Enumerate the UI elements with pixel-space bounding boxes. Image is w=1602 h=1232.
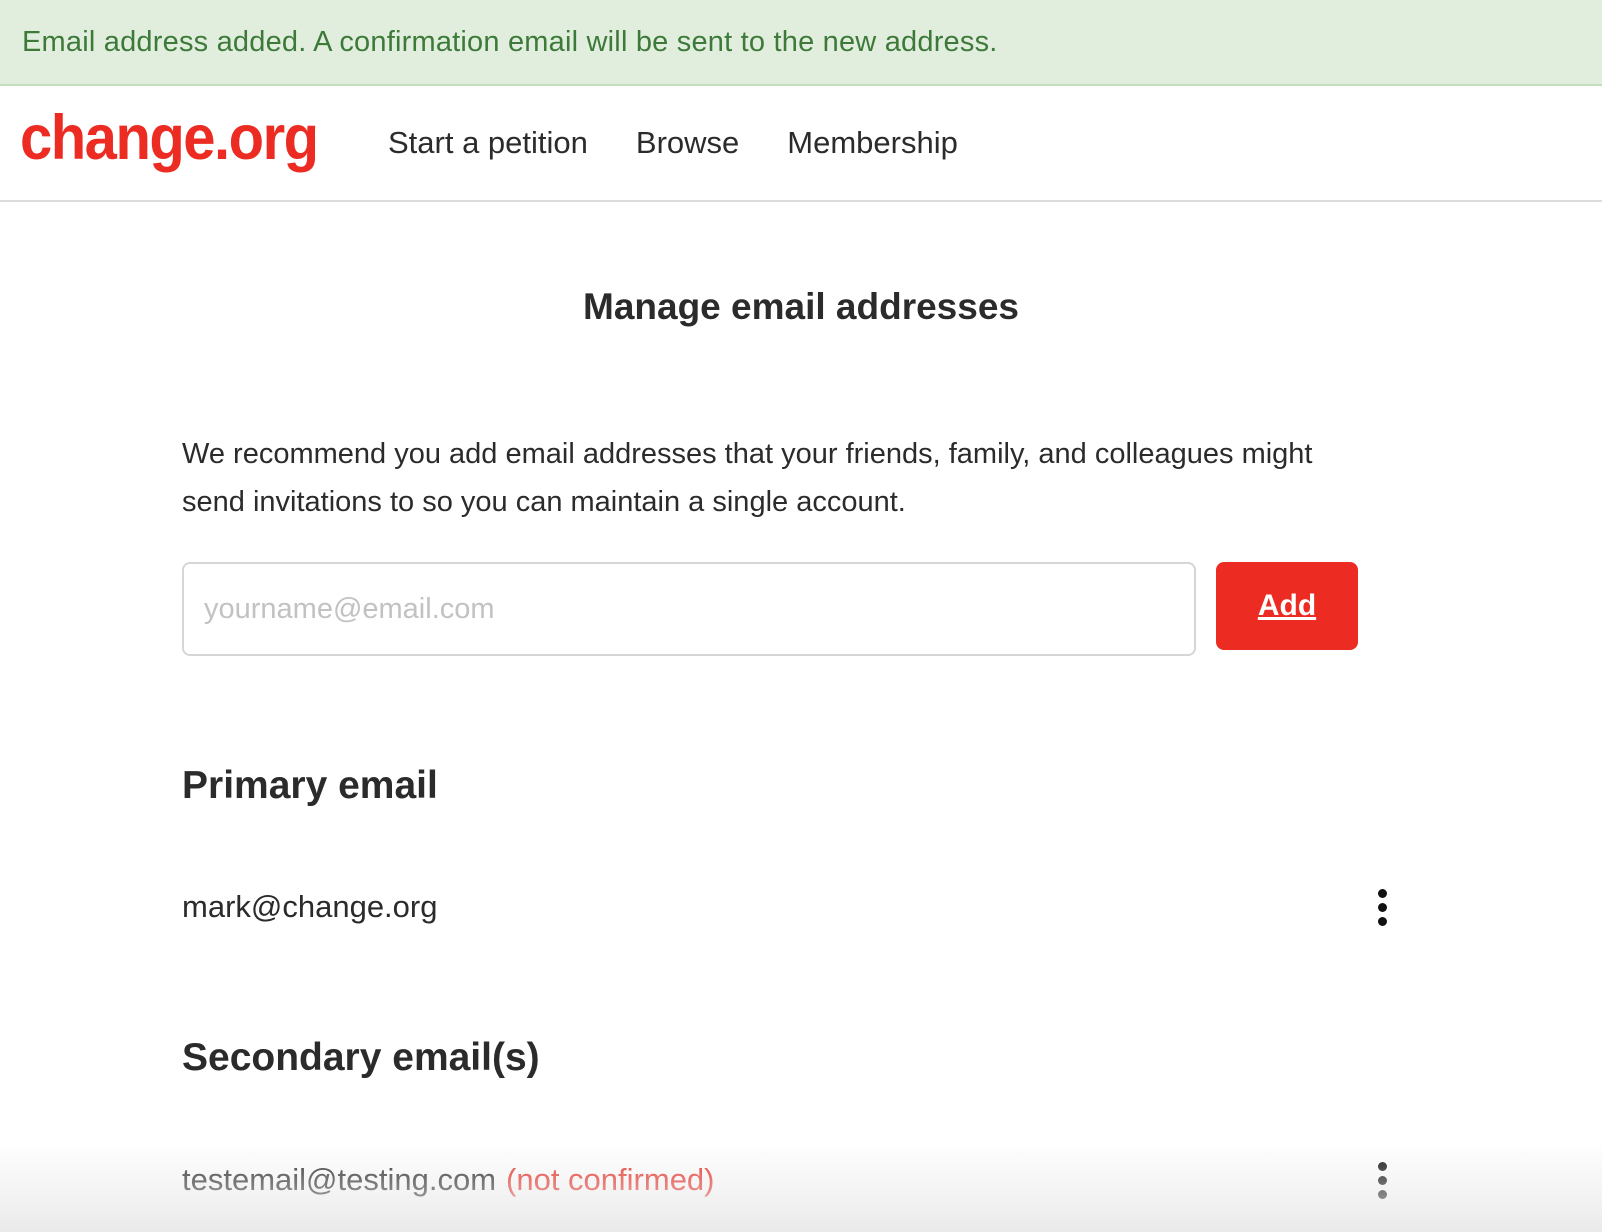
main-nav: Start a petition Browse Membership	[388, 125, 1006, 161]
page: Email address added. A confirmation emai…	[0, 0, 1602, 1232]
nav-membership[interactable]: Membership	[787, 125, 958, 161]
secondary-email-heading: Secondary email(s)	[182, 1036, 540, 1079]
new-email-input[interactable]	[182, 562, 1196, 656]
more-vertical-icon[interactable]	[1362, 882, 1402, 932]
site-header: change.org Start a petition Browse Membe…	[0, 86, 1602, 202]
nav-browse[interactable]: Browse	[636, 125, 739, 161]
change-org-logo[interactable]: change.org	[20, 102, 319, 174]
secondary-email-row: testemail@testing.com (not confirmed)	[182, 1155, 1402, 1205]
primary-email-heading: Primary email	[182, 764, 438, 807]
not-confirmed-status: (not confirmed)	[506, 1162, 715, 1197]
nav-start-a-petition[interactable]: Start a petition	[388, 125, 588, 161]
primary-email-address: mark@change.org	[182, 889, 438, 924]
add-email-button[interactable]: Add	[1216, 562, 1358, 650]
intro-text: We recommend you add email addresses tha…	[182, 438, 1313, 518]
secondary-email-address: testemail@testing.com	[182, 1162, 497, 1197]
primary-email-row: mark@change.org	[182, 882, 1402, 932]
page-title: Manage email addresses	[583, 286, 1019, 327]
more-vertical-icon[interactable]	[1362, 1155, 1402, 1205]
success-banner: Email address added. A confirmation emai…	[0, 0, 1602, 86]
banner-message: Email address added. A confirmation emai…	[22, 25, 998, 58]
